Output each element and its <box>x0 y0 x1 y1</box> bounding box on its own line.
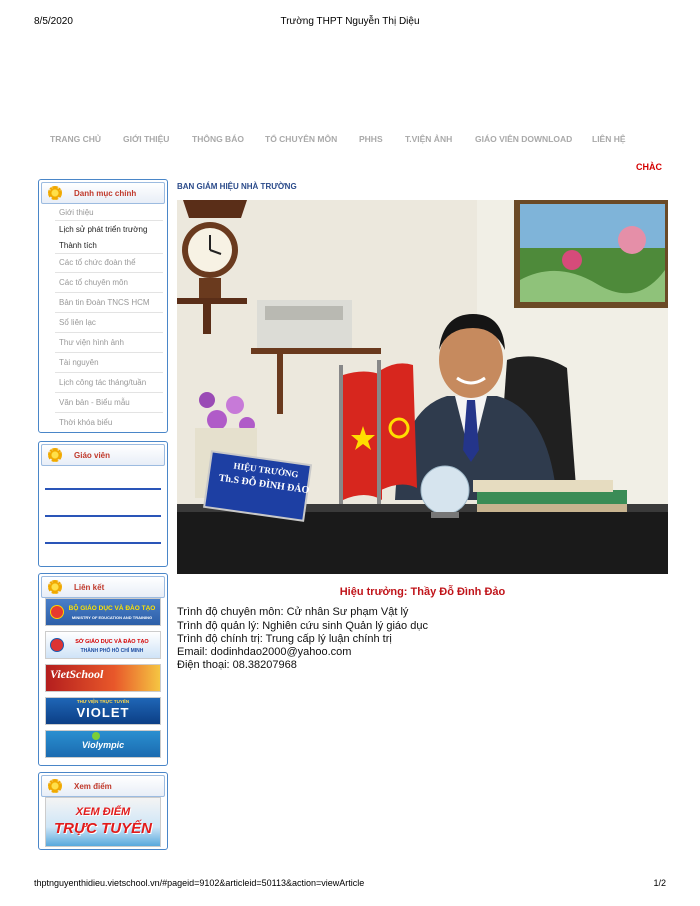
print-page-number: 1/2 <box>653 878 666 888</box>
violet-banner-sub: THƯ VIỆN TRỰC TUYẾN <box>76 699 130 704</box>
menu-divider <box>55 412 163 413</box>
menu-item-history[interactable]: Lịch sử phát triển trường <box>59 225 147 234</box>
moet-logo-icon <box>50 605 64 619</box>
print-header: 8/5/2020 Trường THPT Nguyễn Thị Diệu <box>34 16 666 30</box>
menu-item-timetable[interactable]: Thời khóa biểu <box>59 418 112 427</box>
menu-divider <box>55 312 163 313</box>
vietschool-banner[interactable]: VietSchool <box>45 664 161 692</box>
menu-item-schedule[interactable]: Lịch công tác tháng/tuần <box>59 378 146 387</box>
teachers-title: Giáo viên <box>74 451 111 460</box>
links-header: Liên kết <box>41 576 165 598</box>
nav-announcements[interactable]: THÔNG BÁO <box>192 134 244 144</box>
moet-banner-text: BỘ GIÁO DỤC VÀ ĐÀO TẠO <box>68 605 156 612</box>
menu-divider <box>55 332 163 333</box>
menu-divider <box>55 253 163 254</box>
moet-banner-sub: MINISTRY OF EDUCATION AND TRAINING <box>71 615 153 620</box>
teacher-entry[interactable] <box>45 488 161 490</box>
leaf-icon <box>92 732 100 740</box>
moet-banner[interactable]: BỘ GIÁO DỤC VÀ ĐÀO TẠO MINISTRY OF EDUCA… <box>45 598 161 626</box>
doet-banner-sub: THÀNH PHỐ HỒ CHÍ MINH <box>80 648 144 654</box>
menu-item-departments[interactable]: Các tổ chuyên môn <box>59 278 128 287</box>
menu-divider <box>55 292 163 293</box>
menu-item-documents[interactable]: Văn bản - Biểu mẫu <box>59 398 130 407</box>
info-management: Trình độ quản lý: Nghiên cứu sinh Quản l… <box>177 620 428 632</box>
doet-logo-icon <box>50 638 64 652</box>
doet-banner[interactable]: SỞ GIÁO DỤC VÀ ĐÀO TẠO THÀNH PHỐ HỒ CHÍ … <box>45 631 161 659</box>
principal-name: Hiệu trưởng: Thầy Đỗ Đình Đảo <box>339 586 506 598</box>
links-box: Liên kết BỘ GIÁO DỤC VÀ ĐÀO TẠO MINISTRY… <box>38 573 168 766</box>
nav-intro[interactable]: GIỚI THIỆU <box>123 134 169 144</box>
main-menu-title: Danh mục chính <box>74 189 137 198</box>
scores-title: Xem điểm <box>74 782 112 791</box>
teacher-entry[interactable] <box>45 515 161 517</box>
teachers-box: Giáo viên <box>38 441 168 567</box>
menu-divider <box>55 372 163 373</box>
principal-photo-illustration <box>177 200 668 574</box>
print-title: Trường THPT Nguyễn Thị Diệu <box>280 16 420 27</box>
online-scores-banner[interactable]: XEM ĐIỂM TRỰC TUYẾN <box>45 797 161 847</box>
menu-item-photo-library[interactable]: Thư viện hình ảnh <box>59 338 124 347</box>
main-menu-box: Danh mục chính Giới thiệu Lịch sử phát t… <box>38 179 168 433</box>
violympic-banner[interactable]: Violympic <box>45 730 161 758</box>
info-email[interactable]: Email: dodinhdao2000@yahoo.com <box>177 646 351 658</box>
menu-divider <box>55 272 163 273</box>
nav-parents[interactable]: PHHS <box>359 134 383 144</box>
main-menu-header: Danh mục chính <box>41 182 165 204</box>
menu-item-youth-union[interactable]: Bản tin Đoàn TNCS HCM <box>59 298 150 307</box>
sun-icon <box>48 448 62 462</box>
nav-contact[interactable]: LIÊN HỆ <box>592 134 626 144</box>
doet-banner-text: SỞ GIÁO DỤC VÀ ĐÀO TẠO <box>75 639 149 645</box>
nav-home[interactable]: TRANG CHỦ <box>50 134 101 144</box>
section-title: BAN GIÁM HIỆU NHÀ TRƯỜNG <box>177 182 297 191</box>
nav-departments[interactable]: TỔ CHUYÊN MÔN <box>265 134 337 144</box>
print-url: thptnguyenthidieu.vietschool.vn/#pageid=… <box>34 878 365 888</box>
menu-item-intro[interactable]: Giới thiệu <box>59 208 94 217</box>
menu-item-contact-book[interactable]: Sổ liên lạc <box>59 318 96 327</box>
menu-item-organizations[interactable]: Các tổ chức đoàn thể <box>59 258 136 267</box>
info-phone: Điện thoại: 08.38207968 <box>177 659 297 671</box>
menu-item-resources[interactable]: Tài nguyên <box>59 358 99 367</box>
teacher-entry[interactable] <box>45 542 161 544</box>
nav-gallery[interactable]: T.VIỆN ẢNH <box>405 134 452 144</box>
top-navigation: TRANG CHỦ GIỚI THIỆU THÔNG BÁO TỔ CHUYÊN… <box>36 134 656 148</box>
info-qualification: Trình độ chuyên môn: Cử nhân Sư phạm Vật… <box>177 606 409 618</box>
sun-icon <box>48 580 62 594</box>
menu-divider <box>55 352 163 353</box>
links-title: Liên kết <box>74 583 105 592</box>
menu-divider <box>55 220 163 221</box>
marquee-text: CHÀC <box>636 162 662 172</box>
principal-photo: HIỆU TRƯỞNG Th.S ĐỖ ĐÌNH ĐẢO <box>177 200 668 574</box>
teachers-header: Giáo viên <box>41 444 165 466</box>
online-scores-line1: XEM ĐIỂM <box>75 806 131 818</box>
print-footer: thptnguyenthidieu.vietschool.vn/#pageid=… <box>34 878 666 888</box>
vietschool-banner-text: VietSchool <box>50 667 104 681</box>
info-politics: Trình độ chính trị: Trung cấp lý luận ch… <box>177 633 392 645</box>
nav-teacher-download[interactable]: GIÁO VIÊN DOWNLOAD <box>475 134 572 144</box>
sun-icon <box>48 186 62 200</box>
scores-box: Xem điểm XEM ĐIỂM TRỰC TUYẾN <box>38 772 168 850</box>
sun-icon <box>48 779 62 793</box>
violet-banner-text: VIOLET <box>76 705 130 720</box>
menu-divider <box>55 392 163 393</box>
violympic-banner-text: Violympic <box>81 740 125 750</box>
online-scores-line2: TRỰC TUYẾN <box>54 820 152 837</box>
violet-banner[interactable]: THƯ VIỆN TRỰC TUYẾN VIOLET <box>45 697 161 725</box>
scores-header: Xem điểm <box>41 775 165 797</box>
menu-item-achievements[interactable]: Thành tích <box>59 241 97 250</box>
